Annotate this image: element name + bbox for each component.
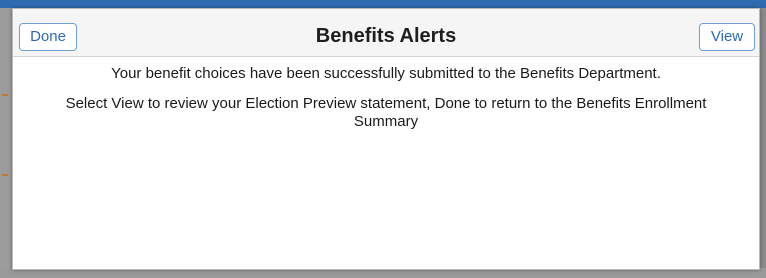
submission-confirmation-message: Your benefit choices have been successfu… xyxy=(111,65,661,82)
page-header-strip xyxy=(0,0,766,8)
next-steps-message: Select View to review your Election Prev… xyxy=(65,95,707,130)
benefits-alerts-dialog: Done Benefits Alerts View Your benefit c… xyxy=(12,8,760,270)
background-marker xyxy=(2,174,8,176)
view-button[interactable]: View xyxy=(699,23,755,51)
dialog-header: Done Benefits Alerts View xyxy=(13,9,759,57)
dialog-title: Benefits Alerts xyxy=(315,25,457,47)
done-button[interactable]: Done xyxy=(19,23,77,51)
background-page-left xyxy=(0,8,12,278)
dialog-body: Your benefit choices have been successfu… xyxy=(13,65,759,143)
background-marker xyxy=(2,94,8,96)
